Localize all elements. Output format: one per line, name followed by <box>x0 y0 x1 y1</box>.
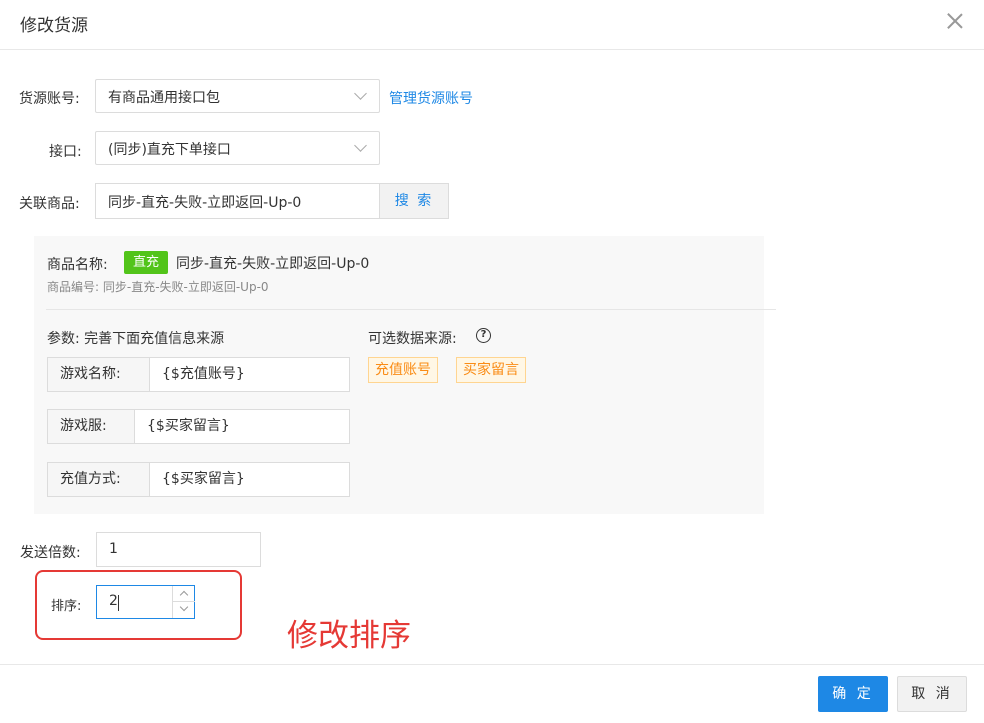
interface-label: 接口: <box>49 144 82 160</box>
source-account-select[interactable]: 有商品通用接口包 <box>95 79 380 113</box>
param-value-input[interactable]: {$充值账号} <box>162 358 245 391</box>
param-value-input[interactable]: {$买家留言} <box>147 410 230 443</box>
direct-charge-badge: 直充 <box>124 251 168 274</box>
dialog-title: 修改货源 <box>20 16 88 36</box>
linked-product-input[interactable]: 同步-直充-失败-立即返回-Up-0 <box>95 183 380 219</box>
cancel-button[interactable]: 取 消 <box>897 676 967 712</box>
close-icon[interactable] <box>944 10 966 32</box>
send-multiplier-value: 1 <box>109 541 118 557</box>
search-button[interactable]: 搜 索 <box>379 183 449 219</box>
question-circle-icon[interactable]: ? <box>476 328 491 343</box>
param-key: 充值方式: <box>48 463 150 496</box>
linked-product-value: 同步-直充-失败-立即返回-Up-0 <box>108 195 302 211</box>
annotation-text: 修改排序 <box>287 618 411 654</box>
params-label: 参数: 完善下面充值信息来源 <box>47 331 225 347</box>
linked-product-label: 关联商品: <box>19 196 80 212</box>
interface-select[interactable]: (同步)直充下单接口 <box>95 131 380 165</box>
param-key: 游戏名称: <box>48 358 150 391</box>
param-key: 游戏服: <box>48 410 135 443</box>
dialog-header: 修改货源 <box>0 0 984 50</box>
chevron-down-icon <box>354 139 367 152</box>
source-tag-buyer-message[interactable]: 买家留言 <box>456 357 526 383</box>
send-multiplier-label: 发送倍数: <box>20 545 81 561</box>
param-value-input[interactable]: {$买家留言} <box>162 463 245 496</box>
data-sources-label: 可选数据来源: <box>368 331 457 347</box>
param-row: 游戏服: {$买家留言} <box>47 409 350 444</box>
confirm-button[interactable]: 确 定 <box>818 676 888 712</box>
product-code: 商品编号: 同步-直充-失败-立即返回-Up-0 <box>47 280 269 294</box>
source-account-value: 有商品通用接口包 <box>108 90 220 106</box>
chevron-down-icon <box>354 87 367 100</box>
manage-source-account-link[interactable]: 管理货源账号 <box>389 88 473 108</box>
param-row: 充值方式: {$买家留言} <box>47 462 350 497</box>
send-multiplier-input[interactable]: 1 <box>96 532 261 567</box>
highlight-box <box>35 570 242 640</box>
interface-value: (同步)直充下单接口 <box>108 142 231 158</box>
param-row: 游戏名称: {$充值账号} <box>47 357 350 392</box>
product-name-label: 商品名称: <box>47 257 108 273</box>
panel-divider <box>46 309 776 310</box>
source-account-label: 货源账号: <box>19 91 80 107</box>
source-tag-recharge-account[interactable]: 充值账号 <box>368 357 438 383</box>
product-name: 同步-直充-失败-立即返回-Up-0 <box>176 256 370 272</box>
